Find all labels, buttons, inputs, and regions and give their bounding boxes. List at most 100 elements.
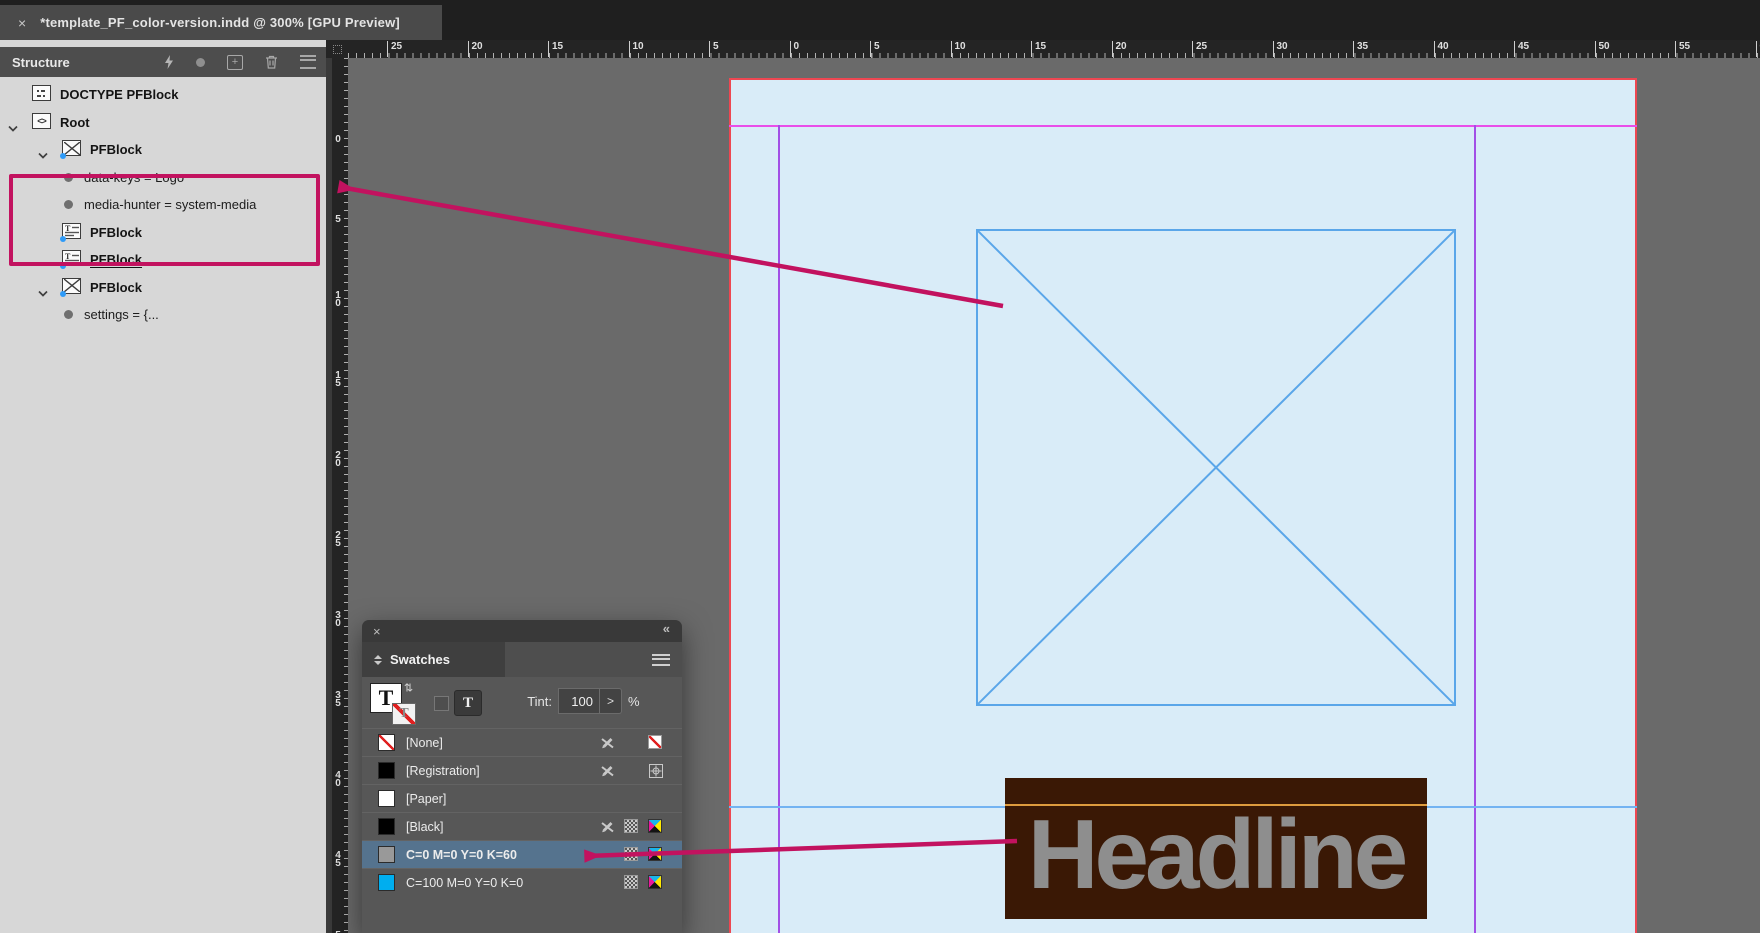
swatches-tab[interactable]: Swatches bbox=[362, 642, 505, 677]
none-swatch-icon bbox=[648, 735, 662, 749]
structure-element-row[interactable]: TPFBlock bbox=[0, 219, 326, 246]
ruler-origin-icon bbox=[333, 45, 342, 54]
structure-element-row[interactable]: PFBlock bbox=[0, 136, 326, 163]
swatch-color-chip bbox=[378, 846, 395, 863]
swatch-row[interactable]: C=100 M=0 Y=0 K=0 bbox=[362, 868, 682, 896]
ruler-tick-label: 35 bbox=[333, 692, 343, 709]
structure-element-row[interactable]: <>Root bbox=[0, 109, 326, 136]
structure-node-label: PFBlock bbox=[90, 142, 142, 157]
structure-node-label: PFBlock bbox=[90, 225, 142, 240]
ruler-tick-label: 25 bbox=[1192, 41, 1207, 57]
swatch-color-chip bbox=[378, 874, 395, 891]
vertical-ruler[interactable]: 05101520253035404550 bbox=[332, 58, 348, 933]
swatch-color-chip bbox=[378, 818, 395, 835]
formatting-affects-text-button[interactable]: T bbox=[454, 690, 482, 716]
ruler-tick-label: 25 bbox=[333, 532, 343, 549]
ruler-tick-label: 5 bbox=[333, 216, 343, 225]
svg-text:T: T bbox=[65, 252, 71, 261]
tint-input[interactable]: 100 bbox=[558, 688, 600, 714]
registration-icon bbox=[648, 763, 663, 778]
swatch-row[interactable]: [Paper] bbox=[362, 784, 682, 812]
structure-element-row[interactable]: PFBlock bbox=[0, 274, 326, 301]
formatting-affects-container-button[interactable] bbox=[434, 696, 449, 711]
ruler-tick-label: 20 bbox=[468, 41, 483, 57]
ruler-tick-label: 60 bbox=[1756, 41, 1760, 57]
chevron-down-icon[interactable] bbox=[38, 146, 48, 164]
swatch-name: C=100 M=0 Y=0 K=0 bbox=[406, 876, 523, 890]
swatches-menu-icon[interactable] bbox=[652, 654, 670, 666]
swatch-row[interactable]: [Black] bbox=[362, 812, 682, 840]
swatch-row[interactable]: [Registration] bbox=[362, 756, 682, 784]
structure-attribute-row[interactable]: data-keys = Logo bbox=[0, 164, 326, 191]
ruler-tick-label: 15 bbox=[1031, 41, 1046, 57]
structure-attribute-label: data-keys = Logo bbox=[84, 170, 184, 185]
tint-label: Tint: bbox=[502, 694, 552, 709]
structure-element-row[interactable]: DOCTYPE PFBlock bbox=[0, 81, 326, 108]
stroke-proxy-icon[interactable]: T bbox=[392, 703, 416, 725]
structure-node-label: DOCTYPE PFBlock bbox=[60, 87, 178, 102]
structure-attribute-row[interactable]: media-hunter = system-media bbox=[0, 191, 326, 218]
structure-tree: DOCTYPE PFBlock <>Root PFBlock data-keys = … bbox=[0, 77, 326, 933]
swatches-collapse-icon[interactable]: « bbox=[663, 621, 670, 636]
swap-fill-stroke-icon[interactable]: ⇄ bbox=[402, 683, 415, 692]
swatches-close-icon[interactable]: × bbox=[373, 624, 381, 639]
swatch-row[interactable]: C=0 M=0 Y=0 K=60 bbox=[362, 840, 682, 868]
margin-guide-right[interactable] bbox=[1474, 125, 1476, 933]
swatch-row[interactable]: [None] bbox=[362, 728, 682, 756]
ruler-tick-label: 20 bbox=[1112, 41, 1127, 57]
swatch-name: [None] bbox=[406, 736, 443, 750]
modified-dot-icon bbox=[60, 291, 66, 297]
swatches-tab-row: Swatches bbox=[362, 642, 682, 677]
ruler-tick-label: 0 bbox=[333, 136, 343, 145]
chevron-down-icon[interactable] bbox=[8, 119, 18, 137]
ruler-tick-label: 30 bbox=[333, 612, 343, 629]
no-edit-pencil-icon bbox=[600, 819, 615, 834]
headline-text-frame[interactable]: Headline bbox=[1005, 778, 1427, 919]
modified-dot-icon bbox=[60, 236, 66, 242]
margin-guide-top[interactable] bbox=[729, 125, 1637, 127]
swatches-panel: × « Swatches T T ⇄ T Tint: 100 > % [None… bbox=[362, 620, 682, 933]
structure-attribute-label: media-hunter = system-media bbox=[84, 197, 256, 212]
ruler-tick-label: 50 bbox=[1595, 41, 1610, 57]
ruler-tick-label: 15 bbox=[548, 41, 563, 57]
record-dot-icon[interactable] bbox=[196, 58, 205, 67]
chevron-down-icon[interactable] bbox=[38, 284, 48, 302]
process-color-icon bbox=[624, 847, 638, 861]
cmyk-color-icon bbox=[648, 847, 662, 861]
document-tab-title: *template_PF_color-version.indd @ 300% [… bbox=[40, 15, 400, 30]
document-tab-bar: × *template_PF_color-version.indd @ 300%… bbox=[0, 0, 1760, 40]
modified-dot-icon bbox=[60, 263, 66, 269]
image-placeholder-frame[interactable] bbox=[976, 229, 1456, 706]
structure-element-row[interactable]: TPFBlock bbox=[0, 246, 326, 273]
tab-close-icon[interactable]: × bbox=[18, 16, 26, 30]
margin-guide-left[interactable] bbox=[778, 125, 780, 933]
swatch-name: C=0 M=0 Y=0 K=60 bbox=[406, 848, 517, 862]
placeholder-x-icon bbox=[978, 231, 1454, 704]
structure-panel: Structure + DOCTYPE PFBlock <>Root PFBlock… bbox=[0, 40, 326, 933]
panel-menu-icon[interactable] bbox=[300, 55, 316, 69]
structure-attribute-row[interactable]: settings = {... bbox=[0, 301, 326, 328]
ruler-tick-label: 40 bbox=[1434, 41, 1449, 57]
structure-panel-title: Structure bbox=[12, 55, 70, 70]
ruler-origin-corner[interactable] bbox=[326, 40, 348, 58]
swatches-titlebar[interactable]: × « bbox=[362, 620, 682, 642]
tint-unit-label: % bbox=[628, 694, 640, 709]
swatch-name: [Registration] bbox=[406, 764, 480, 778]
fill-stroke-proxy[interactable]: T T ⇄ bbox=[370, 683, 420, 729]
add-element-icon[interactable]: + bbox=[227, 55, 243, 70]
ruler-tick-label: 0 bbox=[790, 41, 800, 57]
ruler-tick-label: 10 bbox=[951, 41, 966, 57]
trash-icon[interactable] bbox=[265, 55, 278, 69]
attribute-bullet-icon bbox=[64, 310, 73, 319]
cmyk-color-icon bbox=[648, 875, 662, 889]
ruler-tick-label: 35 bbox=[1353, 41, 1368, 57]
validate-lightning-icon[interactable] bbox=[164, 55, 174, 69]
modified-dot-icon bbox=[60, 153, 66, 159]
swatch-name: [Paper] bbox=[406, 792, 446, 806]
cmyk-color-icon bbox=[648, 819, 662, 833]
tint-dropdown-icon[interactable]: > bbox=[600, 688, 622, 714]
baseline-rule bbox=[1005, 804, 1427, 806]
document-tab[interactable]: × *template_PF_color-version.indd @ 300%… bbox=[0, 5, 442, 40]
horizontal-ruler[interactable]: 252015105051015202530354045505560 bbox=[348, 40, 1760, 58]
attribute-bullet-icon bbox=[64, 200, 73, 209]
